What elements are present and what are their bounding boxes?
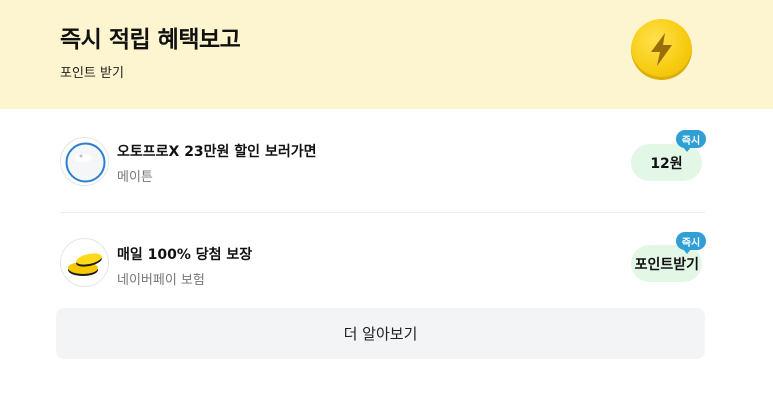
item-brand: 네이버페이 보험 [117, 273, 205, 288]
reward-button[interactable]: 12원 [631, 144, 702, 181]
item-title: 매일 100% 당첨 보장 [117, 247, 253, 263]
reward-button[interactable]: 포인트받기 [631, 245, 702, 282]
promo-header: 즉시 적립 혜택보고 포인트 받기 [0, 0, 773, 109]
instant-badge: 즉시 [676, 232, 706, 254]
lightning-coin-icon [631, 19, 692, 80]
coins-thumbnail [60, 238, 109, 287]
list-item[interactable]: 오토프로X 23만원 할인 보러가면 메이튼 12원 즉시 [60, 130, 706, 213]
item-title: 오토프로X 23만원 할인 보러가면 [117, 144, 317, 160]
instant-badge: 즉시 [676, 130, 706, 152]
header-title: 즉시 적립 혜택보고 [60, 27, 241, 53]
list-item[interactable]: 매일 100% 당첨 보장 네이버페이 보험 포인트받기 즉시 [60, 232, 706, 292]
header-subtitle[interactable]: 포인트 받기 [60, 62, 124, 81]
item-brand: 메이튼 [117, 170, 153, 185]
learn-more-button[interactable]: 더 알아보기 [56, 308, 705, 359]
product-thumbnail [60, 137, 109, 186]
